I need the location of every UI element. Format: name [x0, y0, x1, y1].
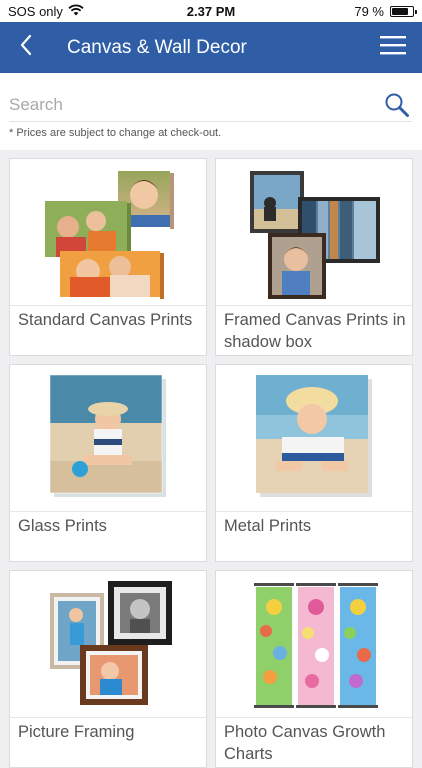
nav-bar: Canvas & Wall Decor	[0, 22, 422, 73]
product-label: Glass Prints	[18, 517, 107, 535]
battery-percent: 79 %	[354, 3, 384, 19]
product-label: Picture Framing	[18, 723, 135, 741]
card-divider	[10, 511, 206, 512]
product-image	[10, 571, 206, 717]
product-image	[10, 365, 206, 511]
search-bar	[9, 89, 412, 122]
carrier-label: SOS only	[8, 3, 63, 19]
battery-icon	[390, 5, 417, 17]
card-divider	[10, 717, 206, 718]
product-label: Framed Canvas Prints in shadow box	[224, 311, 406, 351]
search-input[interactable]	[9, 95, 382, 115]
hamburger-menu-icon	[380, 35, 406, 60]
card-divider	[216, 717, 412, 718]
product-label: Metal Prints	[224, 517, 312, 535]
menu-button[interactable]	[364, 22, 422, 73]
price-disclaimer: * Prices are subject to change at check-…	[9, 127, 222, 139]
card-divider	[10, 305, 206, 306]
search-area: * Prices are subject to change at check-…	[0, 73, 422, 150]
product-image	[10, 159, 206, 305]
status-right: 79 %	[354, 3, 417, 19]
product-image	[216, 159, 412, 305]
product-label: Photo Canvas Growth Charts	[224, 723, 386, 763]
wifi-icon	[68, 4, 84, 19]
product-card-growth-charts[interactable]: Photo Canvas Growth Charts	[215, 570, 413, 768]
product-card-framed-canvas[interactable]: Framed Canvas Prints in shadow box	[215, 158, 413, 356]
status-bar: SOS only 2.37 PM 79 %	[0, 0, 422, 22]
product-card-metal-prints[interactable]: Metal Prints	[215, 364, 413, 562]
product-label: Standard Canvas Prints	[18, 311, 193, 329]
chevron-left-icon	[20, 34, 32, 61]
product-card-picture-framing[interactable]: Picture Framing	[9, 570, 207, 768]
product-card-standard-canvas[interactable]: Standard Canvas Prints	[9, 158, 207, 356]
back-button[interactable]	[0, 22, 52, 73]
page-title: Canvas & Wall Decor	[67, 36, 247, 58]
search-icon[interactable]	[382, 90, 412, 120]
product-card-glass-prints[interactable]: Glass Prints	[9, 364, 207, 562]
card-divider	[216, 305, 412, 306]
product-image	[216, 571, 412, 717]
status-left: SOS only	[8, 4, 84, 19]
product-image	[216, 365, 412, 511]
card-divider	[216, 511, 412, 512]
battery-fill	[392, 7, 408, 15]
